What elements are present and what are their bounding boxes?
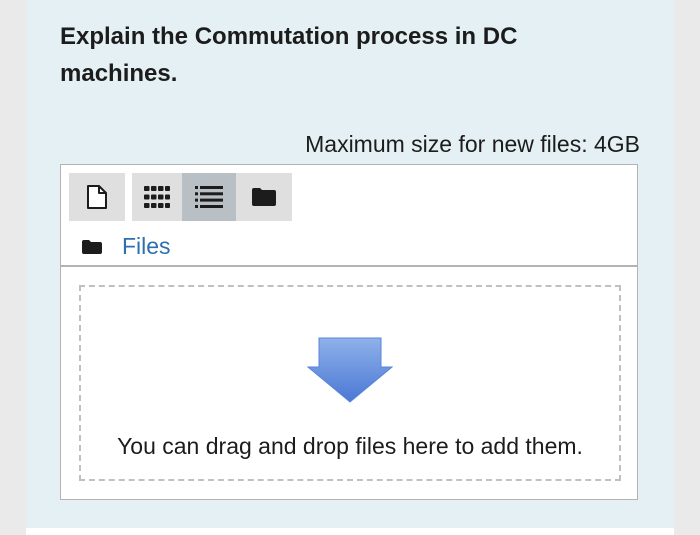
download-arrow-icon [307, 337, 393, 403]
breadcrumb: Files [81, 233, 171, 260]
drop-zone-message: You can drag and drop files here to add … [117, 433, 583, 459]
file-manager: Files You can drag and drop files here t… [60, 164, 638, 500]
grid-view-icon [144, 186, 170, 208]
list-view-icon [195, 186, 223, 208]
question-text: Explain the Commutation process in DC ma… [60, 23, 518, 87]
max-file-size-label: Maximum size for new files: 4GB [305, 131, 640, 157]
folder-tree-icon [252, 188, 276, 206]
view-icons-button[interactable] [132, 173, 182, 221]
drop-zone[interactable]: You can drag and drop files here to add … [79, 285, 621, 481]
files-folder-link[interactable]: Files [122, 233, 171, 260]
folder-icon [82, 239, 102, 254]
file-add-icon [87, 185, 107, 209]
file-manager-toolbar [69, 173, 292, 221]
card-bottom-strip [26, 528, 674, 535]
view-details-button[interactable] [182, 173, 236, 221]
add-file-button[interactable] [69, 173, 125, 221]
question-card: Explain the Commutation process in DC ma… [26, 0, 674, 528]
toolbar-divider [61, 265, 637, 267]
view-tree-button[interactable] [236, 173, 292, 221]
